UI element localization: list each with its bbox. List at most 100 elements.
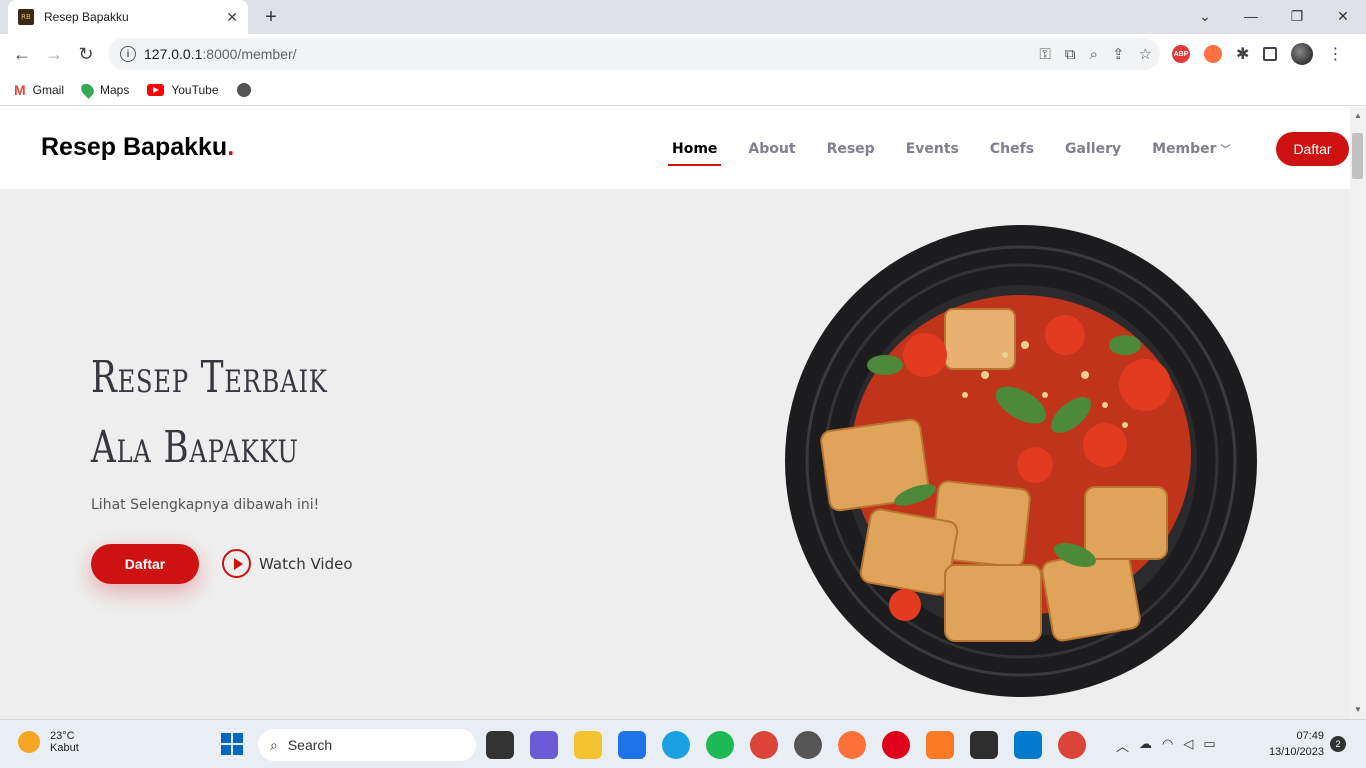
logo-dot: . — [227, 133, 235, 161]
hero-subtitle: Lihat Selengkapnya dibawah ini! — [91, 497, 320, 513]
forward-button[interactable]: → — [40, 40, 68, 68]
hero-daftar-button[interactable]: Daftar — [91, 544, 199, 584]
weather-widget[interactable]: 23°C Kabut — [18, 730, 79, 754]
bookmark-youtube[interactable]: YouTube — [147, 82, 219, 97]
system-tray: ︿ ☁ ◠ ◁ ▭ — [1116, 736, 1216, 755]
url-host: 127.0.0.1 — [144, 46, 203, 62]
bookmark-label: YouTube — [171, 82, 219, 97]
profile-avatar[interactable] — [1291, 43, 1314, 65]
open-in-app-icon[interactable]: ⧉ — [1065, 46, 1076, 63]
edge-icon[interactable] — [662, 731, 690, 759]
opera-icon[interactable] — [882, 731, 910, 759]
hero-title: Resep Terbaik Ala Bapakku — [91, 343, 328, 483]
browser-tab[interactable]: RB Resep Bapakku ✕ — [8, 0, 248, 34]
nav-events[interactable]: Events — [902, 137, 963, 167]
firefox-icon[interactable] — [838, 731, 866, 759]
clock-date: 13/10/2023 — [1268, 746, 1324, 758]
browser-toolbar: ← → ↻ i 127.0.0.1:8000/member/ ⚿ ⧉ ⌕ ⇪ ☆… — [0, 34, 1366, 74]
weather-icon — [18, 731, 40, 753]
watch-video-link[interactable]: Watch Video — [222, 549, 353, 578]
terminal-icon[interactable] — [970, 731, 998, 759]
notification-badge[interactable]: 2 — [1330, 736, 1346, 752]
hero-title-line2: Ala Bapakku — [91, 422, 299, 473]
globe-icon — [236, 82, 251, 97]
chrome-icon[interactable] — [750, 731, 778, 759]
onedrive-icon[interactable]: ☁ — [1139, 736, 1152, 755]
bookmark-label: Maps — [100, 82, 130, 97]
browser-tabbar: RB Resep Bapakku ✕ + ⌄ — ❐ ✕ — [0, 0, 1366, 34]
adblock-icon[interactable]: ABP — [1172, 45, 1190, 63]
minimize-button[interactable]: — — [1228, 0, 1274, 32]
reload-button[interactable]: ↻ — [72, 40, 100, 68]
address-bar[interactable]: i 127.0.0.1:8000/member/ ⚿ ⧉ ⌕ ⇪ ☆ — [108, 38, 1160, 70]
close-window-button[interactable]: ✕ — [1320, 0, 1366, 32]
nav-about[interactable]: About — [744, 137, 799, 167]
bookmark-star-icon[interactable]: ☆ — [1139, 45, 1152, 63]
nav-gallery[interactable]: Gallery — [1061, 137, 1125, 167]
chevron-up-icon[interactable]: ︿ — [1116, 736, 1129, 755]
share-icon[interactable]: ⇪ — [1112, 45, 1125, 63]
temperature: 23°C — [50, 730, 75, 742]
website-viewport: Resep Bapakku. Home About Resep Events C… — [0, 107, 1350, 719]
whatsapp-icon[interactable] — [794, 731, 822, 759]
task-view-icon[interactable] — [486, 731, 514, 759]
back-button[interactable]: ← — [8, 40, 36, 68]
key-icon[interactable]: ⚿ — [1039, 46, 1050, 63]
site-logo[interactable]: Resep Bapakku. — [41, 133, 234, 162]
volume-icon[interactable]: ◁ — [1183, 736, 1193, 755]
site-header: Resep Bapakku. Home About Resep Events C… — [0, 107, 1350, 189]
bookmarks-bar: M Gmail Maps YouTube — [0, 74, 1366, 106]
main-nav: Home About Resep Events Chefs Gallery Me… — [668, 137, 1258, 167]
taskbar-search[interactable]: ⌕ Search — [258, 729, 476, 761]
nav-member-label: Member — [1152, 141, 1217, 157]
maps-icon — [78, 80, 97, 99]
site-info-icon[interactable]: i — [120, 46, 136, 62]
teams-icon[interactable] — [530, 731, 558, 759]
battery-icon[interactable]: ▭ — [1203, 736, 1215, 755]
play-icon — [222, 549, 251, 578]
clock[interactable]: 07:49 13/10/2023 — [1258, 728, 1324, 760]
weather-condition: Kabut — [50, 742, 79, 754]
search-icon: ⌕ — [270, 736, 278, 753]
tab-title: Resep Bapakku — [44, 10, 129, 24]
spotify-icon[interactable] — [706, 731, 734, 759]
bookmark-maps[interactable]: Maps — [78, 80, 130, 99]
taskbar-apps — [486, 731, 1086, 759]
nav-home[interactable]: Home — [668, 137, 722, 167]
xampp-icon[interactable] — [926, 731, 954, 759]
clock-time: 07:49 — [1296, 730, 1324, 742]
wifi-icon[interactable]: ◠ — [1162, 736, 1173, 755]
windows-taskbar: 23°C Kabut ⌕ Search ︿ ☁ ◠ ◁ ▭ 07:49 13/1… — [0, 719, 1366, 768]
vscode-icon[interactable] — [1014, 731, 1042, 759]
nav-resep[interactable]: Resep — [823, 137, 879, 167]
header-daftar-button[interactable]: Daftar — [1276, 132, 1349, 166]
scroll-down-icon[interactable]: ▼ — [1354, 705, 1362, 714]
store-icon[interactable] — [618, 731, 646, 759]
nav-chefs[interactable]: Chefs — [986, 137, 1038, 167]
bookmark-globe[interactable] — [236, 82, 251, 97]
chrome-profile-icon[interactable] — [1058, 731, 1086, 759]
menu-kebab-icon[interactable]: ⋮ — [1327, 44, 1343, 64]
extension-icon[interactable] — [1204, 45, 1222, 63]
bookmark-gmail[interactable]: M Gmail — [14, 82, 64, 98]
maximize-button[interactable]: ❐ — [1274, 0, 1320, 32]
page-scrollbar[interactable]: ▲ ▼ — [1350, 107, 1366, 719]
start-button[interactable] — [221, 733, 243, 755]
scrollbar-thumb[interactable] — [1352, 133, 1363, 179]
extensions-puzzle-icon[interactable]: ✱ — [1236, 44, 1249, 64]
new-tab-button[interactable]: + — [258, 4, 284, 30]
tab-search-icon[interactable]: ⌄ — [1182, 0, 1228, 32]
url-path: :8000/member/ — [202, 46, 297, 62]
close-tab-icon[interactable]: ✕ — [226, 9, 238, 26]
watch-video-label: Watch Video — [259, 554, 353, 573]
zoom-icon[interactable]: ⌕ — [1090, 46, 1098, 63]
file-explorer-icon[interactable] — [574, 731, 602, 759]
side-panel-icon[interactable] — [1263, 47, 1278, 61]
hero-food-image — [785, 225, 1257, 697]
search-placeholder: Search — [287, 737, 333, 753]
chevron-down-icon: ﹀ — [1220, 145, 1231, 156]
bookmark-label: Gmail — [32, 82, 65, 97]
scroll-up-icon[interactable]: ▲ — [1354, 111, 1362, 120]
nav-member[interactable]: Member ﹀ — [1148, 137, 1234, 167]
youtube-icon — [147, 83, 165, 96]
